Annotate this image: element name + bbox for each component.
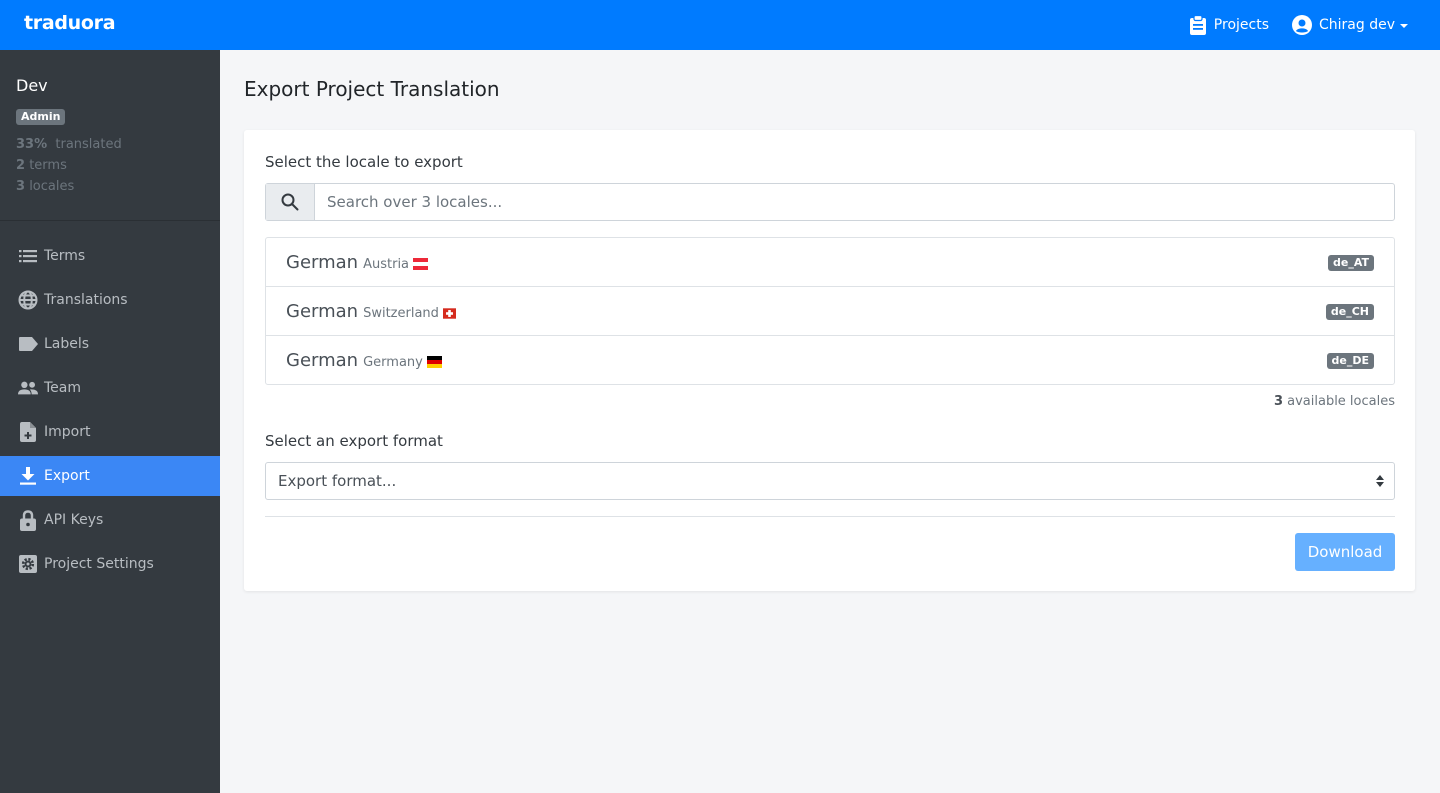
list-icon bbox=[18, 246, 38, 266]
sidebar-item-label: API Keys bbox=[44, 512, 104, 528]
locale-region: Switzerland bbox=[363, 305, 439, 321]
sidebar-item-export[interactable]: Export bbox=[0, 456, 220, 496]
stat-translated: 33% translated bbox=[16, 134, 204, 155]
projects-label: Projects bbox=[1213, 17, 1269, 33]
file-plus-icon bbox=[18, 422, 38, 442]
stat-locales: 3 locales bbox=[16, 176, 204, 197]
switzerland-flag-icon bbox=[442, 307, 456, 319]
sidebar-item-label: Export bbox=[44, 468, 90, 484]
project-name: Dev bbox=[16, 76, 48, 95]
available-count: 3 bbox=[1273, 394, 1283, 409]
sidebar-item-project-settings[interactable]: Project Settings bbox=[0, 544, 220, 584]
locale-code-badge: de_CH bbox=[1325, 304, 1374, 320]
brand-logo[interactable]: traduora bbox=[24, 12, 116, 34]
sidebar-item-team[interactable]: Team bbox=[0, 368, 220, 408]
sidebar-item-label: Team bbox=[44, 380, 82, 396]
locale-item-de-ch[interactable]: German Switzerland de_CH bbox=[266, 287, 1394, 336]
caret-down-icon bbox=[1400, 24, 1408, 28]
top-navbar: traduora Projects Chirag dev bbox=[0, 0, 1440, 50]
project-info: Dev Admin 33% translated 2 terms 3 local… bbox=[0, 50, 220, 221]
sidebar-item-label: Import bbox=[44, 424, 91, 440]
locales-value: 3 bbox=[16, 179, 26, 194]
user-menu[interactable]: Chirag dev bbox=[1292, 15, 1408, 35]
locale-item-de-de[interactable]: German Germany de_DE bbox=[266, 336, 1394, 384]
sidebar-menu: Terms Translations Labels Team Import Ex… bbox=[0, 221, 220, 584]
sidebar: Dev Admin 33% translated 2 terms 3 local… bbox=[0, 50, 220, 793]
terms-label: terms bbox=[29, 158, 67, 173]
globe-icon bbox=[18, 290, 38, 310]
locale-language: German bbox=[286, 251, 359, 273]
people-icon bbox=[18, 378, 38, 398]
projects-link[interactable]: Projects bbox=[1189, 15, 1269, 35]
label-icon bbox=[18, 334, 38, 354]
sidebar-item-translations[interactable]: Translations bbox=[0, 280, 220, 320]
role-badge: Admin bbox=[16, 109, 66, 125]
translated-value: 33% bbox=[16, 137, 48, 152]
terms-value: 2 bbox=[16, 158, 26, 173]
translated-label: translated bbox=[55, 137, 122, 152]
germany-flag-icon bbox=[426, 356, 442, 368]
gear-icon bbox=[18, 554, 38, 574]
clipboard-icon bbox=[1189, 15, 1206, 35]
locale-language: German bbox=[286, 300, 359, 322]
available-locales-count: 3 available locales bbox=[1274, 394, 1395, 409]
user-name: Chirag dev bbox=[1319, 17, 1395, 33]
sidebar-item-label: Translations bbox=[44, 292, 128, 308]
locale-search-input[interactable] bbox=[315, 184, 1394, 220]
locales-label: locales bbox=[29, 179, 75, 194]
lock-icon bbox=[18, 509, 38, 531]
stat-terms: 2 terms bbox=[16, 155, 204, 176]
sidebar-item-labels[interactable]: Labels bbox=[0, 324, 220, 364]
locale-item-de-at[interactable]: German Austria de_AT bbox=[266, 238, 1394, 287]
locale-language: German bbox=[286, 349, 359, 371]
sidebar-item-label: Labels bbox=[44, 336, 90, 352]
format-section-label: Select an export format bbox=[265, 432, 443, 450]
available-label: available locales bbox=[1287, 394, 1395, 409]
select-arrows-icon bbox=[1376, 475, 1384, 487]
locale-region: Austria bbox=[363, 256, 410, 272]
search-addon bbox=[266, 184, 315, 220]
sidebar-item-api-keys[interactable]: API Keys bbox=[0, 500, 220, 540]
sidebar-item-label: Terms bbox=[44, 248, 86, 264]
locale-code-badge: de_AT bbox=[1328, 255, 1374, 271]
locale-list: German Austria de_AT German Switzerland … bbox=[265, 237, 1395, 385]
download-icon bbox=[18, 466, 38, 486]
main-content: Export Project Translation Select the lo… bbox=[220, 50, 1440, 793]
sidebar-item-import[interactable]: Import bbox=[0, 412, 220, 452]
sidebar-item-terms[interactable]: Terms bbox=[0, 236, 220, 276]
sidebar-item-label: Project Settings bbox=[44, 556, 154, 572]
divider bbox=[265, 516, 1395, 517]
page-title: Export Project Translation bbox=[244, 77, 500, 101]
download-button[interactable]: Download bbox=[1295, 533, 1395, 571]
export-format-selected: Export format... bbox=[278, 472, 397, 490]
locale-code-badge: de_DE bbox=[1326, 353, 1374, 369]
austria-flag-icon bbox=[413, 258, 429, 270]
export-card: Select the locale to export German Austr… bbox=[244, 130, 1415, 591]
locale-search bbox=[265, 183, 1395, 221]
locale-region: Germany bbox=[363, 354, 423, 370]
user-avatar-icon bbox=[1292, 15, 1312, 35]
search-icon bbox=[281, 193, 299, 211]
export-format-select[interactable]: Export format... bbox=[265, 462, 1395, 500]
locale-section-label: Select the locale to export bbox=[265, 153, 463, 171]
